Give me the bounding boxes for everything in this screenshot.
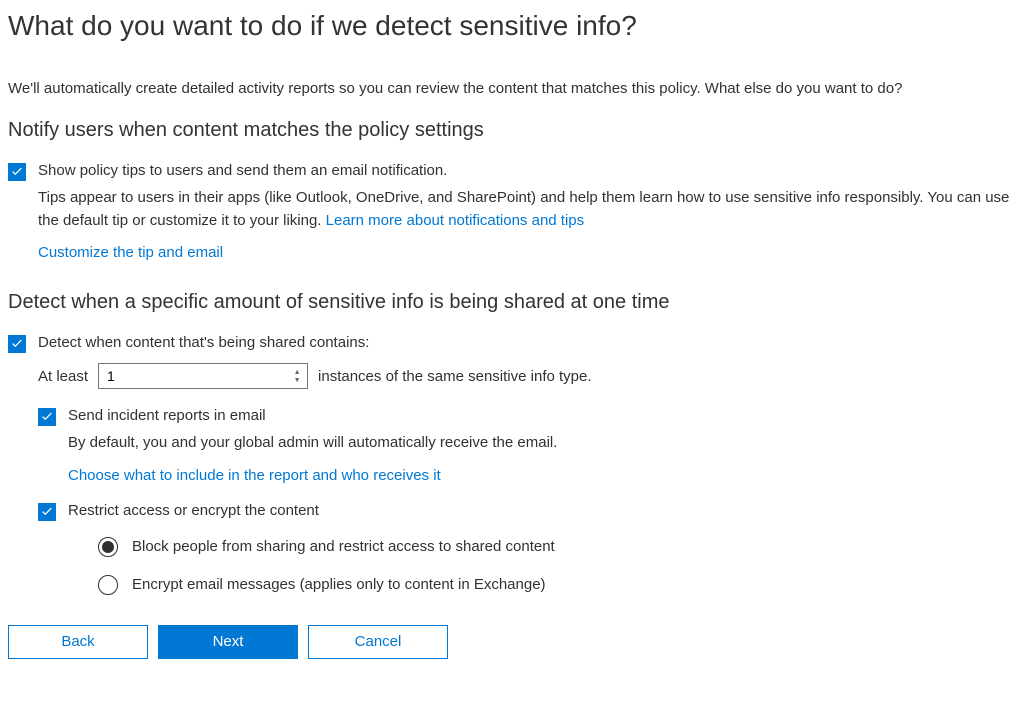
show-policy-tips-label: Show policy tips to users and send them … [38,162,447,179]
incident-subtext: By default, you and your global admin wi… [68,432,1016,455]
send-incident-reports-label: Send incident reports in email [68,407,266,424]
customize-tip-email-link[interactable]: Customize the tip and email [38,244,223,261]
section-notify-title: Notify users when content matches the po… [8,119,1016,142]
at-least-label: At least [38,368,88,385]
policy-tips-subtext: Tips appear to users in their apps (like… [38,187,1016,232]
spinner-down-icon[interactable]: ▼ [290,376,304,384]
section-detect-title: Detect when a specific amount of sensiti… [8,291,1016,314]
restrict-access-label: Restrict access or encrypt the content [68,502,319,519]
detect-content-checkbox[interactable] [8,335,26,353]
block-sharing-label: Block people from sharing and restrict a… [132,538,555,555]
page-heading: What do you want to do if we detect sens… [8,10,1016,42]
instances-input[interactable] [98,363,308,389]
back-button[interactable]: Back [8,625,148,659]
cancel-button[interactable]: Cancel [308,625,448,659]
instances-spinner[interactable]: ▲ ▼ [290,368,304,384]
learn-more-notifications-link[interactable]: Learn more about notifications and tips [326,212,585,229]
send-incident-reports-checkbox[interactable] [38,408,56,426]
intro-text: We'll automatically create detailed acti… [8,80,1016,97]
choose-report-link[interactable]: Choose what to include in the report and… [68,467,441,484]
encrypt-email-radio[interactable] [98,575,118,595]
show-policy-tips-checkbox[interactable] [8,163,26,181]
detect-content-label: Detect when content that's being shared … [38,334,369,351]
encrypt-email-label: Encrypt email messages (applies only to … [132,576,546,593]
spinner-up-icon[interactable]: ▲ [290,368,304,376]
next-button[interactable]: Next [158,625,298,659]
restrict-access-checkbox[interactable] [38,503,56,521]
block-sharing-radio[interactable] [98,537,118,557]
instances-suffix-label: instances of the same sensitive info typ… [318,368,591,385]
